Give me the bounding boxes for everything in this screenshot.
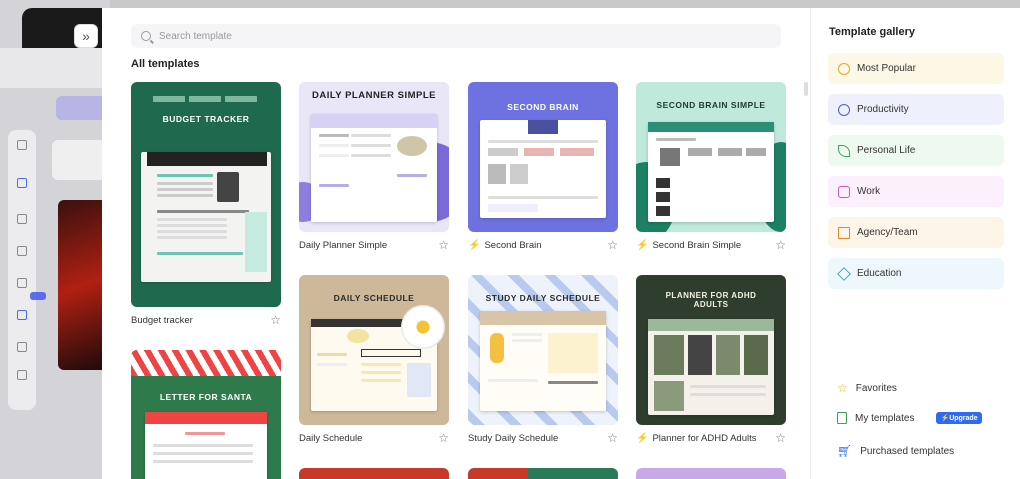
thumbnail-title: STUDY DAILY SCHEDULE — [485, 293, 601, 303]
background-app — [0, 0, 110, 479]
favorite-star-icon[interactable]: ☆ — [775, 238, 786, 252]
leaf-icon — [838, 144, 850, 157]
thumbnail-title: SECOND BRAIN SIMPLE — [656, 100, 766, 110]
template-caption: Budget tracker ☆ — [131, 313, 281, 327]
template-thumbnail: SECOND BRAIN SIMPLE — [636, 82, 786, 232]
purchased-templates-link[interactable]: 🛒︎ Purchased templates — [837, 444, 954, 458]
template-panel: Search template All templates BUDGET TRA… — [102, 8, 810, 479]
thumbnail-title: PLANNER FOR ADHD ADULTS — [665, 291, 757, 309]
template-card[interactable]: DAILY PLANNER SIMPLE Daily Planner Simpl… — [299, 82, 449, 252]
link-label: Favorites — [855, 382, 897, 394]
template-label: Study Daily Schedule — [468, 432, 559, 444]
template-thumbnail: LETTER FOR SANTA — [131, 350, 281, 479]
favorite-star-icon[interactable]: ☆ — [438, 431, 449, 445]
favorite-star-icon[interactable]: ☆ — [270, 313, 281, 327]
gallery-title: Template gallery — [829, 26, 915, 38]
scrollbar[interactable] — [804, 82, 808, 96]
template-caption: Daily Schedule ☆ — [299, 431, 449, 445]
template-thumbnail: STUDY DAILY SCHEDULE — [468, 275, 618, 425]
template-label: Daily Planner Simple — [299, 239, 388, 251]
template-card[interactable]: SECOND BRAIN ⚡ Second Brain ☆ — [468, 82, 618, 252]
template-label: Second Brain Simple — [652, 239, 742, 251]
template-caption: ⚡ Second Brain Simple ☆ — [636, 238, 786, 252]
template-thumbnail: DAILY SCHEDULE — [299, 275, 449, 425]
template-gallery-sidebar: Template gallery Most Popular Productivi… — [810, 8, 1020, 479]
thumbnail-title: DAILY SCHEDULE — [333, 293, 415, 303]
template-card[interactable]: PLANNER FOR ADHD ADULTS ⚡ Planner for ADH… — [636, 275, 786, 445]
template-card[interactable]: BUDGET TRACKER Budget tracker ☆ — [131, 82, 281, 327]
favorites-link[interactable]: ☆ Favorites — [837, 381, 897, 395]
template-caption: Daily Planner Simple ☆ — [299, 238, 449, 252]
briefcase-icon — [838, 185, 850, 198]
chart-pie-icon — [838, 103, 850, 116]
template-caption: ⚡ Planner for ADHD Adults ☆ — [636, 431, 786, 445]
category-agency-team[interactable]: Agency/Team — [828, 217, 1004, 248]
featured-bolt-icon: ⚡ — [636, 432, 649, 444]
thumbnail-title: LETTER FOR SANTA — [159, 392, 253, 402]
favorite-star-icon[interactable]: ☆ — [438, 238, 449, 252]
featured-bolt-icon: ⚡ — [636, 239, 649, 251]
template-card[interactable]: STUDY DAILY SCHEDULE Study Daily Schedul… — [468, 275, 618, 445]
thumbnail-title: DAILY PLANNER SIMPLE — [311, 90, 437, 101]
my-templates-link[interactable]: My templates ⚡Upgrade — [837, 412, 982, 424]
favorite-star-icon[interactable]: ☆ — [607, 431, 618, 445]
double-chevron-right-icon: » — [82, 28, 90, 44]
search-placeholder: Search template — [159, 30, 232, 42]
medal-icon — [838, 62, 850, 75]
background-badge — [30, 292, 46, 300]
star-icon: ☆ — [837, 381, 848, 395]
template-label: Budget tracker — [131, 314, 193, 326]
template-caption: ⚡ Second Brain ☆ — [468, 238, 618, 252]
category-most-popular[interactable]: Most Popular — [828, 53, 1004, 84]
template-label: Daily Schedule — [299, 432, 363, 444]
background-toolbar — [0, 48, 110, 88]
template-label: Planner for ADHD Adults — [652, 432, 757, 444]
template-thumbnail: PLANNER FOR ADHD ADULTS — [636, 275, 786, 425]
category-label: Most Popular — [857, 63, 916, 74]
template-card[interactable]: SECOND BRAIN SIMPLE ⚡ Second Brain Simple… — [636, 82, 786, 252]
favorite-star-icon[interactable]: ☆ — [775, 431, 786, 445]
thumbnail-title: SECOND BRAIN — [507, 102, 579, 112]
file-icon — [837, 412, 847, 424]
category-label: Education — [857, 268, 902, 279]
template-card[interactable]: LETTER FOR SANTA — [131, 350, 281, 479]
category-label: Personal Life — [857, 145, 916, 156]
favorite-star-icon[interactable]: ☆ — [607, 238, 618, 252]
search-icon — [141, 31, 151, 41]
section-title: All templates — [131, 58, 200, 70]
graduation-cap-icon — [837, 266, 851, 281]
template-card-partial[interactable] — [468, 468, 618, 479]
template-thumbnail: SECOND BRAIN — [468, 82, 618, 232]
category-label: Agency/Team — [857, 227, 918, 238]
search-input[interactable]: Search template — [131, 24, 781, 48]
template-card[interactable]: DAILY SCHEDULE Daily Schedule ☆ — [299, 275, 449, 445]
thumbnail-title: BUDGET TRACKER — [162, 114, 250, 124]
category-label: Work — [857, 186, 881, 197]
template-caption: Study Daily Schedule ☆ — [468, 431, 618, 445]
cart-icon: 🛒︎ — [837, 444, 853, 458]
collapse-panel-button[interactable]: » — [74, 24, 98, 48]
category-work[interactable]: Work — [828, 176, 1004, 207]
link-label: My templates — [855, 412, 915, 424]
template-card-partial[interactable] — [299, 468, 449, 479]
category-personal-life[interactable]: Personal Life — [828, 135, 1004, 166]
template-card-partial[interactable] — [636, 468, 786, 479]
template-thumbnail: BUDGET TRACKER — [131, 82, 281, 307]
background-rail — [8, 130, 36, 410]
template-thumbnail: DAILY PLANNER SIMPLE — [299, 82, 449, 232]
category-productivity[interactable]: Productivity — [828, 94, 1004, 125]
template-label: Second Brain — [484, 239, 542, 251]
category-education[interactable]: Education — [828, 258, 1004, 289]
link-label: Purchased templates — [860, 445, 955, 457]
upgrade-badge[interactable]: ⚡Upgrade — [936, 412, 982, 424]
category-label: Productivity — [857, 104, 909, 115]
featured-bolt-icon: ⚡ — [468, 239, 481, 251]
document-icon — [838, 226, 850, 239]
